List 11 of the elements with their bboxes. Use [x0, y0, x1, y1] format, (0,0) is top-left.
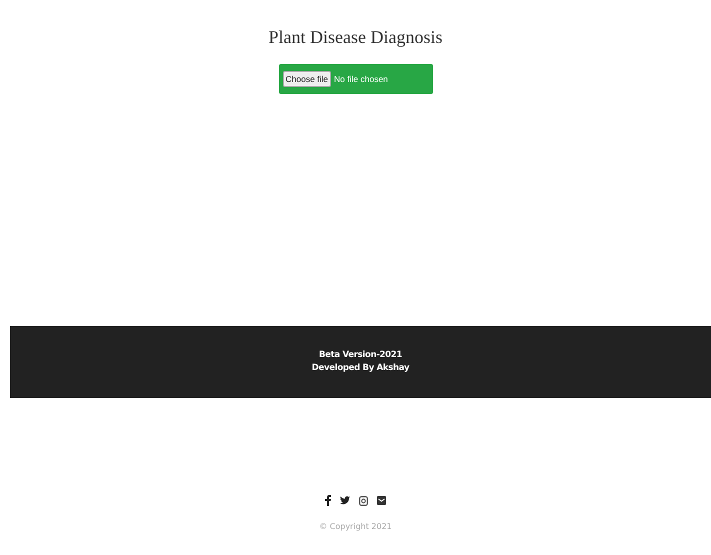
copyright-text: © Copyright 2021 [319, 522, 392, 531]
file-upload-field[interactable]: Choose file No file chosen [278, 64, 432, 94]
file-status-text: No file chosen [334, 74, 388, 84]
choose-file-button[interactable]: Choose file [282, 71, 332, 87]
mail-icon[interactable] [377, 496, 386, 505]
page-title: Plant Disease Diagnosis [268, 27, 442, 48]
facebook-icon[interactable] [325, 495, 331, 506]
bird-icon[interactable] [340, 496, 350, 505]
footer-text: Developed By Akshay [312, 362, 410, 375]
footer-text: Beta Version-2021 [318, 349, 402, 362]
camera-icon[interactable] [359, 496, 368, 506]
